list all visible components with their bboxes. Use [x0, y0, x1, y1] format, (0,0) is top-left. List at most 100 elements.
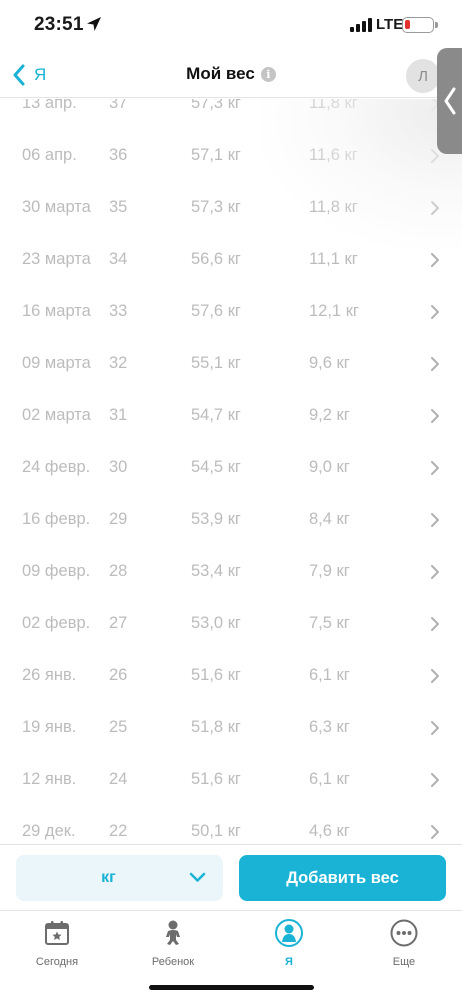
row-weight: 53,0 кг: [191, 614, 241, 632]
row-week: 25: [109, 718, 128, 736]
weight-row[interactable]: 29 дек. 22 50,1 кг 4,6 кг: [0, 806, 462, 844]
nav-bar: Я Мой вес i Л: [0, 50, 462, 98]
tab-baby[interactable]: Ребенок: [128, 917, 218, 973]
row-weight: 51,6 кг: [191, 770, 241, 788]
side-drawer-handle[interactable]: [437, 48, 462, 154]
status-bar: 23:51 LTE: [0, 0, 462, 50]
row-weight: 54,5 кг: [191, 458, 241, 476]
chevron-right-icon: [431, 825, 439, 839]
weight-row[interactable]: 02 февр. 27 53,0 кг 7,5 кг: [0, 598, 462, 650]
row-week: 35: [109, 198, 128, 216]
weight-row[interactable]: 23 марта 34 56,6 кг 11,1 кг: [0, 234, 462, 286]
info-icon[interactable]: i: [260, 66, 276, 82]
row-week: 34: [109, 250, 128, 268]
chevron-right-icon: [431, 773, 439, 787]
weight-row[interactable]: 26 янв. 26 51,6 кг 6,1 кг: [0, 650, 462, 702]
chevron-right-icon: [431, 617, 439, 631]
tab-label: Еще: [392, 956, 416, 968]
unit-select[interactable]: кг: [16, 855, 223, 901]
row-date: 06 апр.: [22, 146, 77, 164]
row-week: 24: [109, 770, 128, 788]
row-gain: 6,1 кг: [309, 770, 350, 788]
location-arrow-icon: [87, 17, 101, 31]
cellular-signal-icon: [350, 18, 372, 32]
page-title: Мой вес: [186, 64, 255, 83]
row-week: 31: [109, 406, 128, 424]
row-gain: 11,8 кг: [309, 198, 358, 216]
calendar-star-icon: [45, 921, 69, 945]
weight-row[interactable]: 13 апр. 37 57,3 кг 11,8 кг: [0, 99, 462, 130]
row-week: 33: [109, 302, 128, 320]
chevron-left-icon: [444, 87, 455, 115]
chevron-right-icon: [431, 669, 439, 683]
row-week: 37: [109, 99, 128, 112]
weight-row[interactable]: 16 февр. 29 53,9 кг 8,4 кг: [0, 494, 462, 546]
row-gain: 4,6 кг: [309, 822, 350, 840]
weight-row[interactable]: 09 марта 32 55,1 кг 9,6 кг: [0, 338, 462, 390]
mother-icon: [275, 919, 303, 947]
baby-icon: [166, 920, 180, 945]
avatar[interactable]: Л: [406, 59, 440, 93]
row-date: 16 февр.: [22, 510, 91, 528]
row-gain: 8,4 кг: [309, 510, 350, 528]
chevron-right-icon: [431, 721, 439, 735]
row-weight: 57,3 кг: [191, 198, 241, 216]
more-icon: [390, 919, 418, 947]
row-gain: 11,6 кг: [309, 146, 358, 164]
row-gain: 9,2 кг: [309, 406, 350, 424]
weight-log-rows: 13 апр. 37 57,3 кг 11,8 кг 06 апр. 36 57,1 кг 1…: [0, 99, 462, 844]
row-date: 09 марта: [22, 354, 91, 372]
row-date: 19 янв.: [22, 718, 77, 736]
status-time: 23:51: [34, 14, 84, 35]
row-date: 02 февр.: [22, 614, 91, 632]
row-weight: 55,1 кг: [191, 354, 241, 372]
row-date: 16 марта: [22, 302, 91, 320]
row-weight: 53,9 кг: [191, 510, 241, 528]
row-week: 28: [109, 562, 128, 580]
chevron-down-icon: [189, 872, 206, 882]
row-weight: 57,3 кг: [191, 99, 241, 112]
row-gain: 11,8 кг: [309, 99, 358, 112]
weight-row[interactable]: 09 февр. 28 53,4 кг 7,9 кг: [0, 546, 462, 598]
row-date: 30 марта: [22, 198, 91, 216]
tab-label: Ребенок: [151, 956, 195, 968]
row-week: 30: [109, 458, 128, 476]
row-date: 12 янв.: [22, 770, 77, 788]
row-gain: 9,0 кг: [309, 458, 350, 476]
row-date: 02 марта: [22, 406, 91, 424]
weight-row[interactable]: 06 апр. 36 57,1 кг 11,6 кг: [0, 130, 462, 182]
row-weight: 56,6 кг: [191, 250, 241, 268]
row-weight: 50,1 кг: [191, 822, 241, 840]
row-week: 29: [109, 510, 128, 528]
weight-row[interactable]: 30 марта 35 57,3 кг 11,8 кг: [0, 182, 462, 234]
weight-row[interactable]: 16 марта 33 57,6 кг 12,1 кг: [0, 286, 462, 338]
add-weight-button[interactable]: Добавить вес: [239, 855, 446, 901]
weight-log-list[interactable]: 13 апр. 37 57,3 кг 11,8 кг 06 апр. 36 57,1 кг 1…: [0, 99, 462, 844]
row-week: 32: [109, 354, 128, 372]
home-indicator: [149, 985, 314, 990]
chevron-right-icon: [431, 253, 439, 267]
weight-row[interactable]: 02 марта 31 54,7 кг 9,2 кг: [0, 390, 462, 442]
chevron-right-icon: [431, 305, 439, 319]
weight-row[interactable]: 19 янв. 25 51,8 кг 6,3 кг: [0, 702, 462, 754]
row-date: 13 апр.: [22, 99, 77, 112]
row-gain: 7,5 кг: [309, 614, 350, 632]
row-date: 26 янв.: [22, 666, 77, 684]
chevron-right-icon: [431, 201, 439, 215]
row-week: 36: [109, 146, 128, 164]
row-week: 27: [109, 614, 128, 632]
tab-more[interactable]: Еще: [359, 917, 449, 973]
tab-today[interactable]: Сегодня: [12, 917, 102, 973]
chevron-right-icon: [431, 513, 439, 527]
row-weight: 51,6 кг: [191, 666, 241, 684]
row-week: 22: [109, 822, 128, 840]
row-gain: 11,1 кг: [309, 250, 358, 268]
tab-me[interactable]: Я: [244, 917, 334, 973]
row-week: 26: [109, 666, 128, 684]
row-weight: 57,1 кг: [191, 146, 241, 164]
weight-row[interactable]: 24 февр. 30 54,5 кг 9,0 кг: [0, 442, 462, 494]
weight-row[interactable]: 12 янв. 24 51,6 кг 6,1 кг: [0, 754, 462, 806]
row-date: 23 марта: [22, 250, 91, 268]
chevron-right-icon: [431, 409, 439, 423]
action-bar: кг Добавить вес: [0, 844, 462, 910]
